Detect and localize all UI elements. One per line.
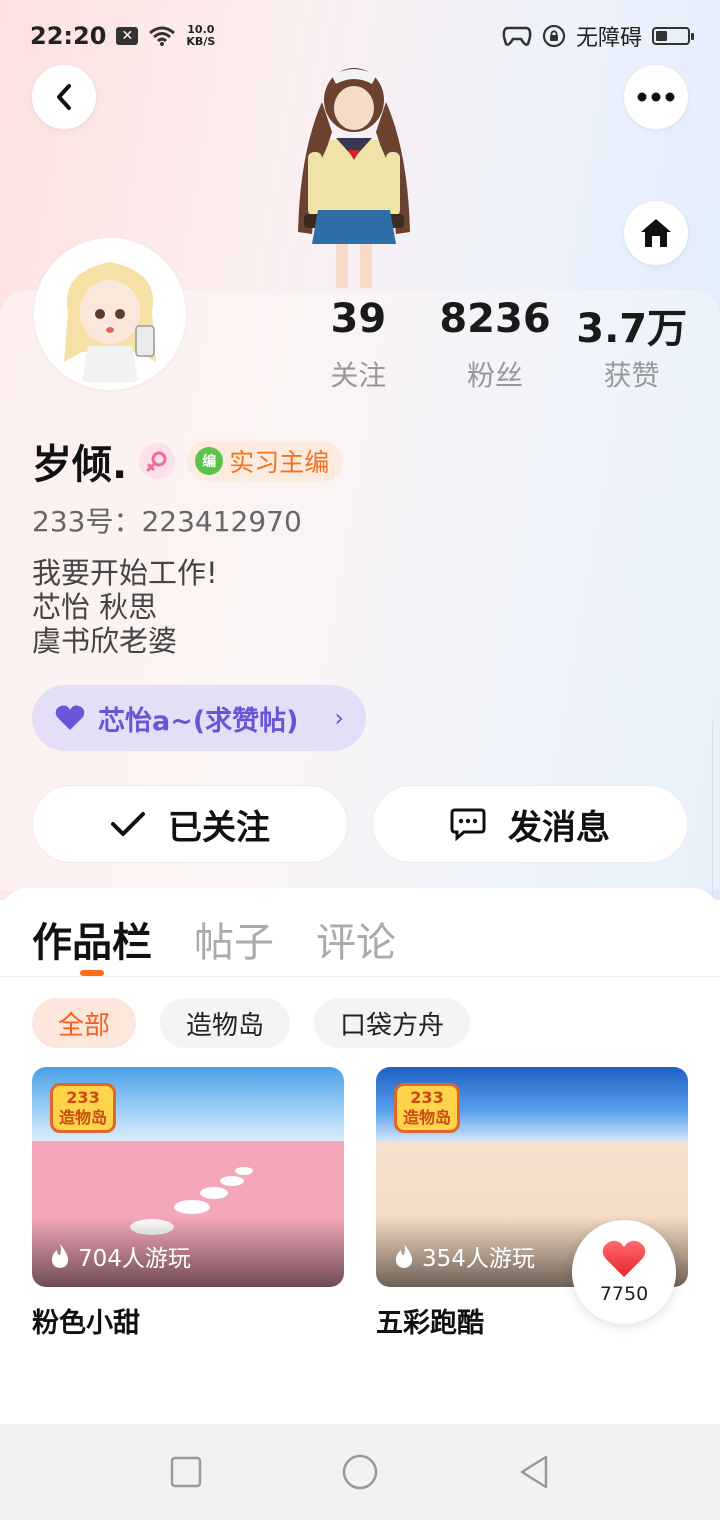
lock-rotation-icon xyxy=(542,24,566,48)
scrollbar[interactable] xyxy=(712,720,720,900)
back-triangle-icon[interactable] xyxy=(518,1454,550,1490)
bio-line: 虞书欣老婆 xyxy=(32,624,178,658)
back-button[interactable] xyxy=(32,65,96,129)
role-badge-label: 实习主编 xyxy=(229,448,330,477)
tabs-divider xyxy=(0,976,720,977)
role-badge[interactable]: 编 实习主编 xyxy=(187,441,344,481)
stat-likes-value: 3.7万 xyxy=(576,306,688,352)
home-button[interactable] xyxy=(624,201,688,265)
stat-following-value: 39 xyxy=(330,296,387,342)
filter-creation-island[interactable]: 造物岛 xyxy=(160,998,291,1048)
stat-likes-label: 获赞 xyxy=(603,359,660,392)
female-gender-icon xyxy=(139,443,176,479)
creation-island-logo: 233 造物岛 xyxy=(50,1083,116,1133)
more-dots-icon xyxy=(637,92,675,102)
user-avatar[interactable] xyxy=(34,238,186,390)
status-time: 22:20 xyxy=(30,22,107,50)
more-options-button[interactable] xyxy=(624,65,688,129)
creation-island-logo: 233 造物岛 xyxy=(394,1083,460,1133)
play-count-text: 354人游玩 xyxy=(422,1246,535,1272)
chevron-left-icon xyxy=(57,84,71,110)
editor-badge-icon: 编 xyxy=(195,447,224,475)
follow-button[interactable]: 已关注 xyxy=(32,785,348,863)
play-count: 704人游玩 xyxy=(50,1239,191,1273)
content-tabs: 作品栏 帖子 评论 xyxy=(32,910,396,966)
group-link[interactable]: 芯怡a~(求赞帖) › xyxy=(32,685,366,751)
filter-chips: 全部 造物岛 口袋方舟 xyxy=(32,998,471,1048)
gamepad-icon xyxy=(502,26,532,46)
group-link-label: 芯怡a~(求赞帖) xyxy=(98,705,299,737)
logo-text: 造物岛 xyxy=(402,1108,451,1127)
tab-comments[interactable]: 评论 xyxy=(316,910,396,966)
profile-stats: 39 关注 8236 粉丝 3.7万 获赞 xyxy=(290,296,700,394)
game-card[interactable]: 233 造物岛 704人游玩 粉色小甜 xyxy=(32,1067,344,1340)
home-icon xyxy=(641,219,671,247)
message-button-label: 发消息 xyxy=(508,807,610,848)
network-speed-unit: KB/S xyxy=(186,35,216,48)
accessibility-label: 无障碍 xyxy=(575,26,642,51)
home-circle-icon[interactable] xyxy=(341,1453,379,1491)
follow-button-label: 已关注 xyxy=(168,807,270,848)
message-button[interactable]: 发消息 xyxy=(372,785,688,863)
play-count-text: 704人游玩 xyxy=(78,1246,191,1272)
logo-text: 233 xyxy=(410,1088,444,1107)
filter-pocket-ark[interactable]: 口袋方舟 xyxy=(314,998,471,1048)
stat-following[interactable]: 39 关注 xyxy=(290,296,427,394)
character-figure-image xyxy=(298,68,410,288)
user-name: 岁倾. xyxy=(32,442,128,488)
stat-fans-value: 8236 xyxy=(439,296,551,342)
battery-icon xyxy=(652,27,694,45)
battery-level xyxy=(656,31,667,41)
chevron-right-icon: › xyxy=(334,704,344,732)
game-thumbnail[interactable]: 233 造物岛 704人游玩 xyxy=(32,1067,344,1287)
heart-icon xyxy=(55,705,85,730)
game-title: 粉色小甜 xyxy=(32,1308,140,1339)
notification-icon: ✕ xyxy=(116,27,139,45)
tab-posts[interactable]: 帖子 xyxy=(194,910,274,966)
chat-bubble-icon xyxy=(450,808,486,841)
network-speed: 10.0 KB/S xyxy=(186,24,215,48)
user-id: 233号：223412970 xyxy=(32,505,302,538)
heart-icon xyxy=(602,1240,646,1277)
check-icon xyxy=(111,812,145,836)
logo-text: 造物岛 xyxy=(58,1108,107,1127)
flame-icon xyxy=(51,1244,69,1268)
like-button[interactable]: 7750 xyxy=(572,1220,676,1324)
stat-likes[interactable]: 3.7万 获赞 xyxy=(563,296,700,394)
like-count: 7750 xyxy=(599,1283,649,1305)
wifi-icon xyxy=(149,26,176,46)
tab-works[interactable]: 作品栏 xyxy=(32,910,152,966)
recent-apps-icon[interactable] xyxy=(170,1456,202,1488)
flame-icon xyxy=(395,1244,413,1268)
logo-text: 233 xyxy=(66,1088,100,1107)
stat-following-label: 关注 xyxy=(330,359,387,392)
play-count: 354人游玩 xyxy=(394,1239,535,1273)
bio-line: 芯怡 秋思 xyxy=(32,590,158,624)
avatar-image xyxy=(38,242,182,386)
user-bio: 我要开始工作! 芯怡 秋思 虞书欣老婆 xyxy=(32,556,218,658)
name-row: 岁倾. 编 实习主编 xyxy=(32,432,344,490)
stat-fans-label: 粉丝 xyxy=(467,359,524,392)
bio-line: 我要开始工作! xyxy=(32,556,218,590)
filter-all[interactable]: 全部 xyxy=(32,998,137,1048)
system-navigation-bar xyxy=(0,1424,720,1520)
stat-fans[interactable]: 8236 粉丝 xyxy=(427,296,564,394)
